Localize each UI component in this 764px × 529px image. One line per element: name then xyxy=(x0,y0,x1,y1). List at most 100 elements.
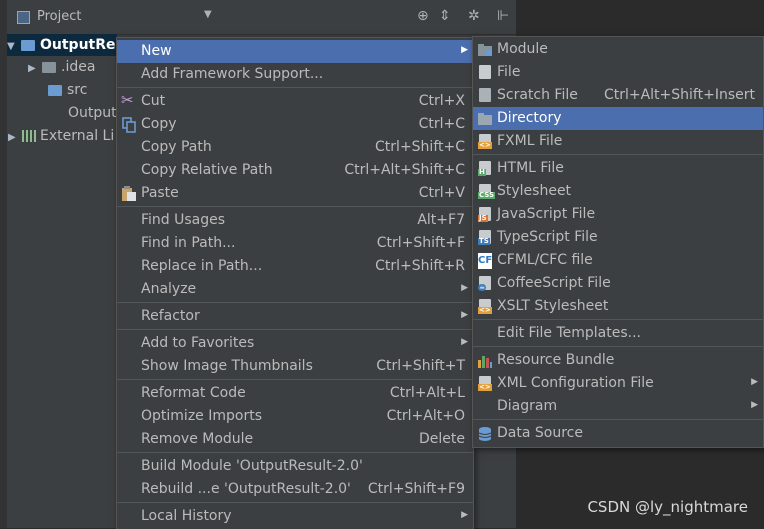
submenu-item-typescript-file[interactable]: TS TypeScript File xyxy=(473,226,763,249)
project-context-menu: New ▶ Add Framework Support... ✂ Cut Ctr… xyxy=(116,37,474,529)
menu-item-copy[interactable]: Copy Ctrl+C xyxy=(117,113,473,136)
submenu-item-scratch-file[interactable]: Scratch File Ctrl+Alt+Shift+Insert xyxy=(473,84,763,107)
scratch-file-icon xyxy=(479,88,491,102)
tree-item-label: External Li xyxy=(40,128,115,144)
menu-item-label: Copy Relative Path xyxy=(141,162,273,178)
submenu-item-cfml-file[interactable]: CF CFML/CFC file xyxy=(473,249,763,272)
collapse-all-icon[interactable]: ⇕ xyxy=(439,8,451,24)
menu-item-add-to-favorites[interactable]: Add to Favorites ▶ xyxy=(117,332,473,355)
watermark: CSDN @ly_nightmare xyxy=(587,498,748,516)
submenu-item-coffeescript-file[interactable]: ☕ CoffeeScript File xyxy=(473,272,763,295)
submenu-item-file[interactable]: File xyxy=(473,61,763,84)
submenu-item-stylesheet[interactable]: CSS Stylesheet xyxy=(473,180,763,203)
menu-item-find-usages[interactable]: Find Usages Alt+F7 xyxy=(117,209,473,232)
database-icon xyxy=(477,426,493,442)
cfml-file-icon: CF xyxy=(478,253,492,269)
menu-item-show-image-thumbnails[interactable]: Show Image Thumbnails Ctrl+Shift+T xyxy=(117,355,473,378)
submenu-item-data-source[interactable]: Data Source xyxy=(473,422,763,445)
menu-item-reformat-code[interactable]: Reformat Code Ctrl+Alt+L xyxy=(117,382,473,405)
tree-item-output[interactable]: Output xyxy=(48,102,117,124)
menu-item-label: Find in Path... xyxy=(141,235,236,251)
project-panel-title[interactable]: Project xyxy=(37,9,81,24)
gear-icon[interactable]: ✲ xyxy=(468,8,480,24)
menu-item-add-framework-support[interactable]: Add Framework Support... xyxy=(117,63,473,86)
menu-item-shortcut: Delete xyxy=(419,431,465,447)
menu-item-cut[interactable]: ✂ Cut Ctrl+X xyxy=(117,90,473,113)
menu-item-label: Remove Module xyxy=(141,431,254,447)
menu-item-label: XSLT Stylesheet xyxy=(497,298,609,314)
hide-panel-icon[interactable]: ⊩ xyxy=(497,8,509,24)
submenu-arrow-icon: ▶ xyxy=(461,337,468,347)
submenu-item-fxml-file[interactable]: <> FXML File xyxy=(473,130,763,153)
submenu-item-resource-bundle[interactable]: Resource Bundle xyxy=(473,349,763,372)
menu-item-new[interactable]: New ▶ xyxy=(117,40,473,63)
menu-separator xyxy=(117,452,473,453)
submenu-arrow-icon: ▶ xyxy=(461,283,468,293)
locate-icon[interactable]: ⊕ xyxy=(417,8,429,24)
menu-item-find-in-path[interactable]: Find in Path... Ctrl+Shift+F xyxy=(117,232,473,255)
submenu-item-edit-file-templates[interactable]: Edit File Templates... xyxy=(473,322,763,345)
submenu-item-javascript-file[interactable]: JS JavaScript File xyxy=(473,203,763,226)
tree-item-src[interactable]: src xyxy=(48,79,87,101)
editor-area xyxy=(516,0,764,36)
menu-item-label: Copy Path xyxy=(141,139,212,155)
menu-item-label: JavaScript File xyxy=(497,206,596,222)
menu-separator xyxy=(117,502,473,503)
menu-item-label: Resource Bundle xyxy=(497,352,615,368)
expand-arrow-icon[interactable]: ▼ xyxy=(7,36,21,58)
menu-item-label: Copy xyxy=(141,116,177,132)
menu-item-rebuild-module[interactable]: Rebuild ...e 'OutputResult-2.0' Ctrl+Shi… xyxy=(117,478,473,501)
css-file-icon: CSS xyxy=(478,184,496,199)
project-icon xyxy=(17,11,30,24)
menu-item-label: Optimize Imports xyxy=(141,408,262,424)
tree-item-project-root[interactable]: ▼ OutputRe xyxy=(7,34,117,56)
menu-item-label: Reformat Code xyxy=(141,385,246,401)
menu-item-label: Find Usages xyxy=(141,212,226,228)
menu-item-label: HTML File xyxy=(497,160,564,176)
menu-item-build-module[interactable]: Build Module 'OutputResult-2.0' xyxy=(117,455,473,478)
submenu-item-module[interactable]: Module xyxy=(473,38,763,61)
view-dropdown-icon[interactable]: ▼ xyxy=(204,9,212,20)
menu-item-shortcut: Ctrl+Alt+L xyxy=(389,385,465,401)
menu-item-copy-relative-path[interactable]: Copy Relative Path Ctrl+Alt+Shift+C xyxy=(117,159,473,182)
menu-item-optimize-imports[interactable]: Optimize Imports Ctrl+Alt+O xyxy=(117,405,473,428)
new-submenu: Module File Scratch File Ctrl+Alt+Shift+… xyxy=(472,36,764,448)
menu-item-analyze[interactable]: Analyze ▶ xyxy=(117,278,473,301)
menu-item-label: Scratch File xyxy=(497,87,578,103)
menu-item-paste[interactable]: Paste Ctrl+V xyxy=(117,182,473,205)
coffeescript-file-icon: ☕ xyxy=(478,276,491,291)
menu-item-shortcut: Ctrl+Shift+R xyxy=(375,258,465,274)
menu-separator xyxy=(473,419,763,420)
copy-icon xyxy=(121,117,137,133)
submenu-item-diagram[interactable]: Diagram ▶ xyxy=(473,395,763,418)
submenu-arrow-icon: ▶ xyxy=(461,310,468,320)
menu-item-label: Analyze xyxy=(141,281,197,297)
menu-item-replace-in-path[interactable]: Replace in Path... Ctrl+Shift+R xyxy=(117,255,473,278)
menu-separator xyxy=(117,302,473,303)
submenu-item-html-file[interactable]: H HTML File xyxy=(473,157,763,180)
tree-item-label: Output xyxy=(68,105,117,121)
menu-item-local-history[interactable]: Local History ▶ xyxy=(117,505,473,528)
tree-item-external-libraries[interactable]: ▶ External Li xyxy=(8,125,114,147)
tree-item-idea[interactable]: ▶ .idea xyxy=(28,56,95,78)
submenu-item-xml-configuration-file[interactable]: <> XML Configuration File ▶ xyxy=(473,372,763,395)
menu-separator xyxy=(473,319,763,320)
ts-file-icon: TS xyxy=(478,230,491,245)
menu-item-shortcut: Ctrl+C xyxy=(418,116,465,132)
collapse-arrow-icon[interactable]: ▶ xyxy=(8,127,22,149)
collapse-arrow-icon[interactable]: ▶ xyxy=(28,58,42,80)
file-icon xyxy=(479,65,491,79)
menu-item-label: Directory xyxy=(497,110,562,126)
submenu-item-directory[interactable]: Directory xyxy=(473,107,763,130)
menu-item-label: Add to Favorites xyxy=(141,335,255,351)
menu-item-label: XML Configuration File xyxy=(497,375,654,391)
submenu-arrow-icon: ▶ xyxy=(461,510,468,520)
menu-item-refactor[interactable]: Refactor ▶ xyxy=(117,305,473,328)
menu-item-label: Build Module 'OutputResult-2.0' xyxy=(141,458,363,474)
js-file-icon: JS xyxy=(478,207,491,222)
menu-item-copy-path[interactable]: Copy Path Ctrl+Shift+C xyxy=(117,136,473,159)
menu-item-remove-module[interactable]: Remove Module Delete xyxy=(117,428,473,451)
menu-item-label: Diagram xyxy=(497,398,558,414)
menu-separator xyxy=(117,87,473,88)
submenu-item-xslt-stylesheet[interactable]: <> XSLT Stylesheet xyxy=(473,295,763,318)
